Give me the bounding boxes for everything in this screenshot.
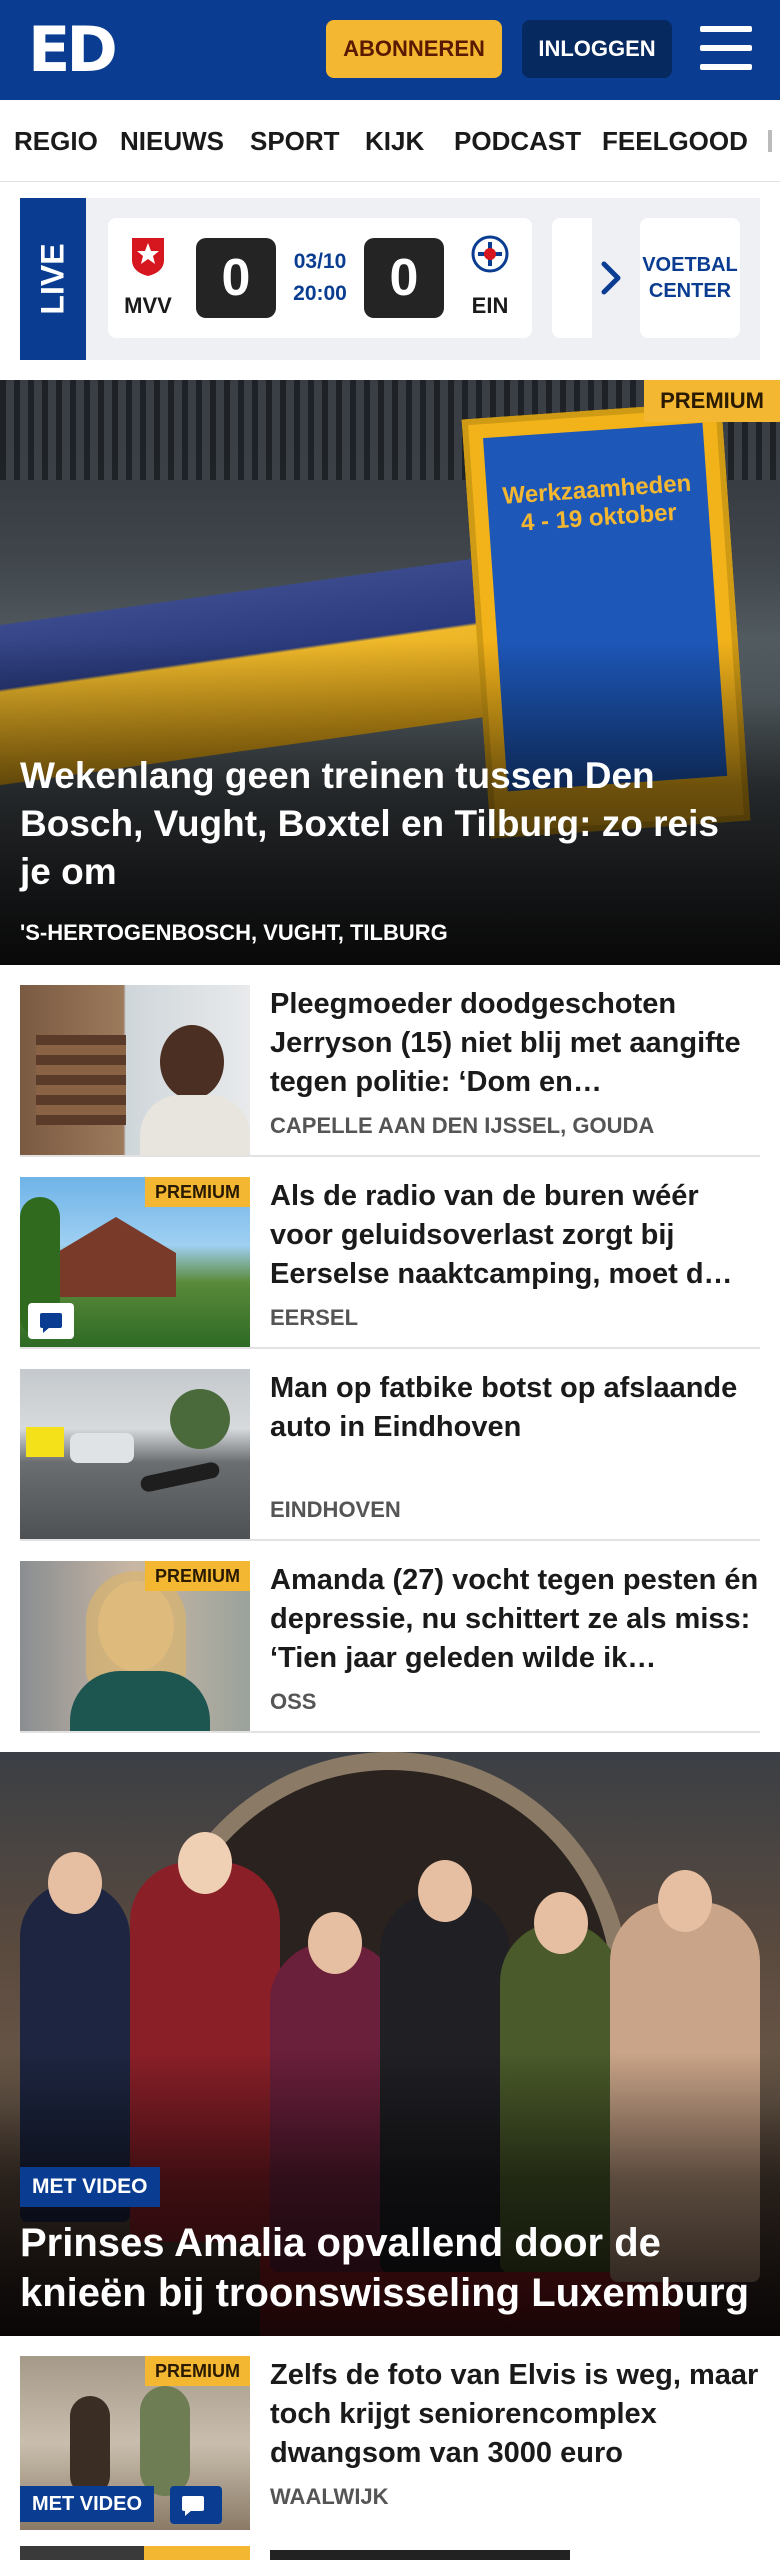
top-bar: ED ABONNEREN INLOGGEN xyxy=(0,0,780,100)
article-thumbnail xyxy=(20,1369,250,1539)
nav-item-regio[interactable]: REGIO xyxy=(14,126,98,157)
list-item[interactable]: PREMIUM Als de radio van de buren wéér v… xyxy=(20,1177,760,1349)
nav-item-nieuws[interactable]: NIEUWS xyxy=(120,126,224,157)
nav-overflow-hint xyxy=(768,130,772,152)
video-badge: MET VIDEO xyxy=(20,2167,160,2207)
list-item[interactable]: Pleegmoeder doodgeschoten Jerryson (15) … xyxy=(20,985,760,1157)
away-team: EIN xyxy=(460,234,520,319)
live-ticker: LIVE MVV 0 03/10 20:00 0 EIN VOETBAL CEN… xyxy=(20,198,760,360)
list-item[interactable]: PREMIUM Amanda (27) vocht tegen pesten é… xyxy=(20,1561,760,1733)
menu-icon[interactable] xyxy=(700,26,752,70)
list-item[interactable]: PREMIUM MET VIDEO Zelfs de foto van Elvi… xyxy=(20,2356,760,2560)
home-team: MVV xyxy=(118,234,178,319)
article-thumbnail: PREMIUM xyxy=(20,1561,250,1731)
article-location: OSS xyxy=(270,1689,317,1714)
comment-icon[interactable] xyxy=(28,1303,74,1339)
article-title[interactable]: Pleegmoeder doodgeschoten Jerryson (15) … xyxy=(270,985,760,1102)
article-location: CAPELLE AAN DEN IJSSEL, GOUDA xyxy=(270,1113,655,1138)
article-title[interactable]: Man op fatbike botst op afslaande auto i… xyxy=(270,1369,760,1447)
live-label: LIVE xyxy=(20,198,86,360)
mvv-crest-icon xyxy=(132,238,164,276)
section-nav: REGIO NIEUWS SPORT KIJK PODCAST FEELGOOD xyxy=(0,100,780,182)
hero-title[interactable]: Prinses Amalia opvallend door de knieën … xyxy=(20,2218,760,2318)
hero-title[interactable]: Wekenlang geen treinen tussen Den Bosch,… xyxy=(20,752,740,896)
subscribe-button[interactable]: ABONNEREN xyxy=(326,20,502,78)
article-title[interactable]: Als de radio van de buren wéér voor gelu… xyxy=(270,1177,760,1294)
match-card[interactable]: MVV 0 03/10 20:00 0 EIN xyxy=(108,218,532,338)
premium-badge: PREMIUM xyxy=(145,2356,250,2386)
hero-video-article[interactable]: MET VIDEO Prinses Amalia opvallend door … xyxy=(0,1752,780,2336)
video-badge: MET VIDEO xyxy=(20,2486,155,2522)
article-location: EINDHOVEN xyxy=(270,1497,401,1522)
hero-location: 'S-HERTOGENBOSCH, VUGHT, TILBURG xyxy=(20,920,448,945)
away-score: 0 xyxy=(364,238,444,318)
list-item[interactable]: Man op fatbike botst op afslaande auto i… xyxy=(20,1369,760,1541)
article-location: WAALWIJK xyxy=(270,2484,389,2509)
article-title[interactable]: Amanda (27) vocht tegen pesten én depres… xyxy=(270,1561,760,1678)
premium-badge: PREMIUM xyxy=(145,1177,250,1207)
psv-crest-icon xyxy=(471,235,509,273)
hero-article[interactable]: Werkzaamheden 4 - 19 oktober PREMIUM Wek… xyxy=(0,380,780,965)
nav-item-feelgood[interactable]: FEELGOOD xyxy=(602,126,748,157)
article-thumbnail xyxy=(20,985,250,1155)
nav-item-podcast[interactable]: PODCAST xyxy=(454,126,581,157)
article-thumbnail: PREMIUM xyxy=(20,1177,250,1347)
site-logo[interactable]: ED xyxy=(28,19,118,81)
next-match-card[interactable] xyxy=(552,218,592,338)
premium-badge: PREMIUM xyxy=(145,1561,250,1591)
nav-item-sport[interactable]: SPORT xyxy=(250,126,340,157)
article-title[interactable]: Zelfs de foto van Elvis is weg, maar toc… xyxy=(270,2356,760,2473)
premium-badge: PREMIUM xyxy=(644,380,780,422)
home-score: 0 xyxy=(196,238,276,318)
article-location: EERSEL xyxy=(270,1305,359,1330)
article-thumbnail: PREMIUM MET VIDEO xyxy=(20,2356,250,2530)
comment-icon[interactable] xyxy=(170,2486,222,2524)
voetbal-center-link[interactable]: VOETBAL CENTER xyxy=(640,218,740,338)
chevron-right-icon[interactable] xyxy=(592,258,632,298)
login-button[interactable]: INLOGGEN xyxy=(522,20,672,78)
kickoff-time: 03/10 20:00 xyxy=(293,250,347,305)
nav-item-kijk[interactable]: KIJK xyxy=(365,126,424,157)
